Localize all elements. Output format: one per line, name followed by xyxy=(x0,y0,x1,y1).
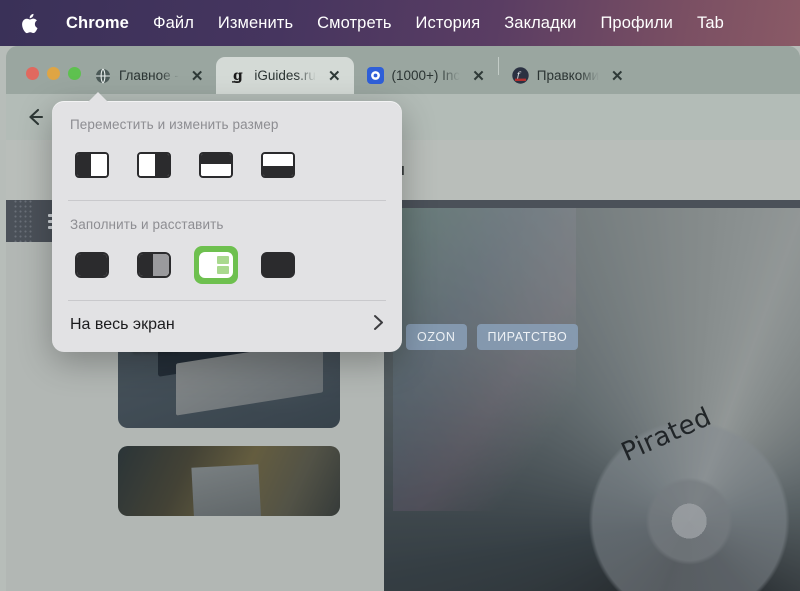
tile-right-half-icon[interactable] xyxy=(132,146,176,184)
tab-pravkom[interactable]: f Правкоми ✕ xyxy=(499,57,637,94)
tag-ozon[interactable]: OZON xyxy=(406,324,467,350)
macos-menu-bar: Chrome Файл Изменить Смотреть История За… xyxy=(0,0,800,46)
menu-item-chrome[interactable]: Chrome xyxy=(54,0,141,46)
arrange-left-two-right-icon[interactable] xyxy=(194,246,238,284)
thumbnail-overlay xyxy=(118,446,340,516)
globe-icon xyxy=(94,67,111,84)
window-traffic-lights xyxy=(6,67,81,94)
tab-glavnoe[interactable]: Главное - ✕ xyxy=(81,57,216,94)
tile-left-half-icon[interactable] xyxy=(70,146,114,184)
tab-inbox[interactable]: (1000+) Inc ✕ xyxy=(354,57,498,94)
close-window-button[interactable] xyxy=(26,67,39,80)
fill-window-icon[interactable] xyxy=(70,246,114,284)
tab-title: Правкоми xyxy=(536,68,600,83)
tab-title: Главное - xyxy=(119,68,179,83)
fullscreen-menu-item[interactable]: На весь экран xyxy=(52,301,402,350)
popover-section-move-resize-title: Переместить и изменить размер xyxy=(70,117,279,132)
iguides-g-logo-icon: g xyxy=(229,67,246,84)
screen-root: Chrome Файл Изменить Смотреть История За… xyxy=(0,0,800,591)
article-card-second[interactable] xyxy=(118,446,340,516)
tile-bottom-half-icon[interactable] xyxy=(256,146,300,184)
menu-item-edit[interactable]: Изменить xyxy=(206,0,305,46)
maximize-window-button[interactable] xyxy=(68,67,81,80)
window-management-popover: Переместить и изменить размер Заполнить … xyxy=(52,92,402,352)
hero-image-cds[interactable]: Pirated xyxy=(384,208,800,591)
tab-close-button[interactable]: ✕ xyxy=(187,67,208,85)
tab-title: iGuides.ru xyxy=(254,68,316,83)
tile-top-half-icon[interactable] xyxy=(194,146,238,184)
tab-close-button[interactable]: ✕ xyxy=(607,67,628,85)
menu-item-profiles[interactable]: Профили xyxy=(588,0,685,46)
fullscreen-label: На весь экран xyxy=(70,316,175,333)
apple-logo-icon[interactable] xyxy=(18,10,40,36)
arrange-quad-icon[interactable] xyxy=(256,246,300,284)
tab-close-button[interactable]: ✕ xyxy=(468,67,489,85)
hero-tag-list: OZON ПИРАТСТВО xyxy=(406,324,579,350)
hero-overlay xyxy=(384,208,800,591)
drag-grip-icon[interactable] xyxy=(12,200,34,242)
menu-item-view[interactable]: Смотреть xyxy=(305,0,403,46)
menu-item-tab[interactable]: Tab xyxy=(685,0,736,46)
menu-item-bookmarks[interactable]: Закладки xyxy=(492,0,588,46)
tab-iguides[interactable]: g iGuides.ru ✕ xyxy=(216,57,354,94)
move-resize-options xyxy=(52,132,402,200)
popover-section-fill-arrange-title: Заполнить и расставить xyxy=(70,217,224,232)
back-arrow-icon[interactable] xyxy=(20,102,50,132)
menu-item-file[interactable]: Файл xyxy=(141,0,206,46)
blue-circle-icon xyxy=(366,67,384,84)
dark-round-logo-icon: f xyxy=(512,67,529,84)
tab-close-button[interactable]: ✕ xyxy=(324,67,345,85)
fill-arrange-options xyxy=(52,232,402,300)
tab-strip: Главное - ✕ g iGuides.ru ✕ (1000+) Inc ✕ xyxy=(6,46,800,94)
arrange-two-split-icon[interactable] xyxy=(132,246,176,284)
minimize-window-button[interactable] xyxy=(47,67,60,80)
menu-item-history[interactable]: История xyxy=(404,0,493,46)
tab-title: (1000+) Inc xyxy=(391,68,461,83)
popover-arrow xyxy=(88,92,108,102)
tab-list: Главное - ✕ g iGuides.ru ✕ (1000+) Inc ✕ xyxy=(81,46,637,94)
tag-piratstvo[interactable]: ПИРАТСТВО xyxy=(476,324,579,350)
hero-column: Pirated OZON ПИРАТСТВО xyxy=(384,208,800,591)
chevron-right-icon xyxy=(373,314,384,336)
